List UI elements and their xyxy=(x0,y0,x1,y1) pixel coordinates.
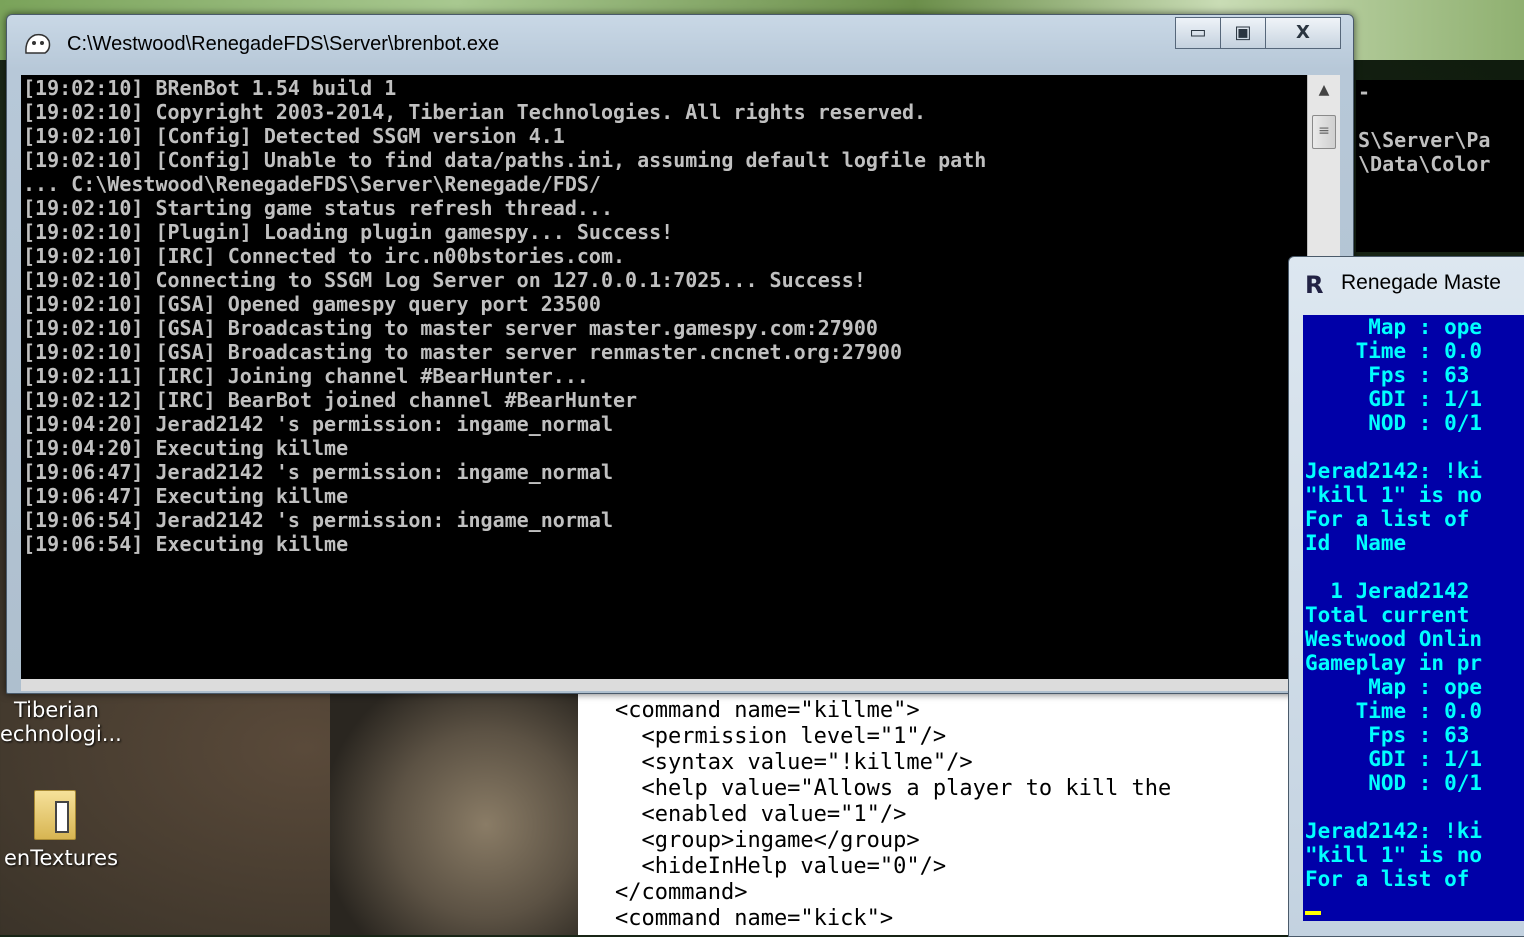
desktop-icon-tiberian[interactable]: Tiberian echnologi... xyxy=(0,698,154,746)
background-console-text: - S\Server\Pa \Data\Color xyxy=(1358,80,1491,176)
renegade-master-title: Renegade Maste xyxy=(1341,271,1501,294)
titlebar[interactable]: C:\Westwood\RenegadeFDS\Server\brenbot.e… xyxy=(7,15,1353,73)
console-app-icon xyxy=(25,33,51,54)
text-cursor xyxy=(1305,911,1321,915)
xml-editor-window[interactable]: <command name="killme"> <permission leve… xyxy=(578,688,1290,935)
window-controls: ▭ ▣ X xyxy=(1175,17,1341,49)
maximize-button[interactable]: ▣ xyxy=(1220,17,1266,49)
desktop-wallpaper-art xyxy=(330,690,590,935)
brenbot-console-window[interactable]: C:\Westwood\RenegadeFDS\Server\brenbot.e… xyxy=(6,14,1354,694)
console-log-text: [19:02:10] BRenBot 1.54 build 1 [19:02:1… xyxy=(23,76,987,556)
renegade-logo-icon: R xyxy=(1305,271,1324,299)
folder-icon xyxy=(34,790,76,840)
minimize-button[interactable]: ▭ xyxy=(1175,17,1221,49)
desktop-icon-label-line2: echnologi... xyxy=(0,722,122,746)
window-title: C:\Westwood\RenegadeFDS\Server\brenbot.e… xyxy=(67,33,500,55)
console-output[interactable]: [19:02:10] BRenBot 1.54 build 1 [19:02:1… xyxy=(21,75,1307,679)
desktop-icon-rentextures[interactable]: enTextures xyxy=(4,790,144,870)
renegade-master-window[interactable]: R Renegade Maste Map : ope Time : 0.0 Fp… xyxy=(1288,256,1524,937)
close-button[interactable]: X xyxy=(1265,17,1341,49)
window-bottom-border xyxy=(21,679,1339,691)
desktop-icon-label-line1: Tiberian xyxy=(14,698,99,722)
renegade-master-text: Map : ope Time : 0.0 Fps : 63 GDI : 1/1 … xyxy=(1305,315,1483,891)
renegade-master-console[interactable]: Map : ope Time : 0.0 Fps : 63 GDI : 1/1 … xyxy=(1303,315,1524,921)
scroll-thumb[interactable]: ≡ xyxy=(1312,115,1336,149)
scroll-up-arrow-icon[interactable]: ▲ xyxy=(1308,75,1340,105)
xml-editor-text[interactable]: <command name="killme"> <permission leve… xyxy=(578,688,1290,932)
desktop-icon-label: enTextures xyxy=(4,846,119,870)
background-console-window[interactable]: - S\Server\Pa \Data\Color xyxy=(1356,80,1524,252)
